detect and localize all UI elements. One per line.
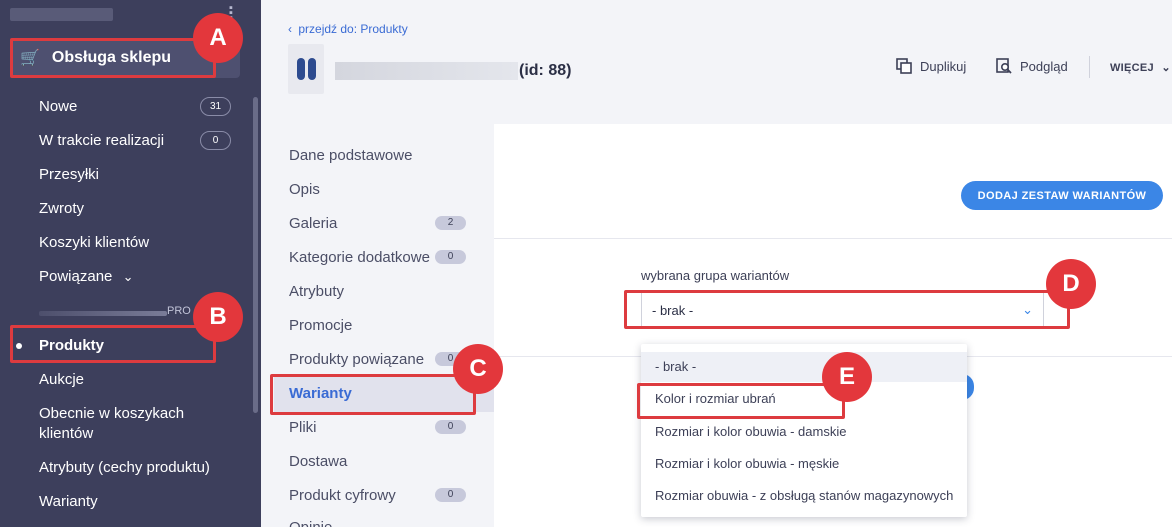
header-divider	[1089, 56, 1090, 78]
product-thumbnail	[288, 44, 324, 94]
product-title-blurred	[335, 62, 518, 80]
tab-reviews[interactable]: Opinie	[289, 519, 332, 527]
tab-extra-categories[interactable]: Kategorie dodatkowe	[289, 249, 430, 266]
tab-digital-product[interactable]: Produkt cyfrowy	[289, 487, 396, 504]
preview-button[interactable]: Podgląd	[996, 58, 1068, 74]
tab-files[interactable]: Pliki	[289, 419, 317, 436]
chevron-left-icon: ‹	[288, 22, 292, 36]
variant-group-dropdown: - brak - Kolor i rozmiar ubrań Rozmiar i…	[641, 344, 967, 517]
tab-badge: 0	[435, 420, 466, 434]
tab-badge: 2	[435, 216, 466, 230]
sidebar-item-attributes[interactable]: Atrybuty (cechy produktu)	[39, 459, 210, 476]
marker-a: A	[193, 13, 243, 63]
highlight-box-a	[10, 38, 216, 78]
product-id: (id: 88)	[519, 62, 572, 79]
sidebar-item-carts[interactable]: Koszyki klientów	[39, 234, 149, 251]
sidebar-item-new[interactable]: Nowe	[39, 98, 77, 115]
sidebar-item-returns[interactable]: Zwroty	[39, 200, 84, 217]
more-menu-button[interactable]: WIĘCEJ ⌄	[1110, 61, 1171, 74]
tab-basic-data[interactable]: Dane podstawowe	[289, 147, 412, 164]
tab-shipping[interactable]: Dostawa	[289, 453, 347, 470]
tab-description[interactable]: Opis	[289, 181, 320, 198]
duplicate-button[interactable]: Duplikuj	[896, 58, 966, 74]
back-link[interactable]: ‹ przejdź do: Produkty	[288, 22, 408, 36]
sidebar-item-variants[interactable]: Warianty	[39, 493, 98, 510]
marker-d: D	[1046, 259, 1096, 309]
panel-divider	[494, 238, 1172, 239]
dropdown-option-shoes-women[interactable]: Rozmiar i kolor obuwia - damskie	[655, 424, 846, 439]
count-badge: 0	[200, 131, 231, 150]
sidebar-item-in-carts-line2[interactable]: klientów	[39, 425, 93, 442]
highlight-box-e	[637, 383, 845, 419]
sidebar: ▪▪▪ 🛒 Obsługa sklepu Nowe 31 W trakcie r…	[0, 0, 261, 527]
divider	[39, 311, 167, 316]
variant-group-label: wybrana grupa wariantów	[641, 268, 790, 283]
tab-badge: 0	[435, 250, 466, 264]
dropdown-option-shoes-men[interactable]: Rozmiar i kolor obuwia - męskie	[655, 456, 839, 471]
sidebar-item-in-progress[interactable]: W trakcie realizacji	[39, 132, 164, 149]
tab-badge: 0	[435, 488, 466, 502]
marker-b: B	[193, 292, 243, 342]
highlight-box-b	[10, 325, 216, 363]
count-badge: 31	[200, 97, 231, 116]
preview-icon	[996, 58, 1012, 74]
sidebar-item-in-carts[interactable]: Obecnie w koszykach	[39, 405, 184, 422]
dropdown-option-shoes-stock[interactable]: Rozmiar obuwia - z obsługą stanów magazy…	[655, 488, 953, 503]
highlight-box-d	[624, 290, 1070, 329]
divider-label: PRO	[167, 305, 191, 317]
chevron-down-icon: ⌄	[122, 269, 134, 284]
sidebar-item-auctions[interactable]: Aukcje	[39, 371, 84, 388]
tab-promotions[interactable]: Promocje	[289, 317, 352, 334]
sidebar-scrollbar[interactable]	[253, 97, 258, 413]
duplicate-icon	[896, 58, 912, 74]
highlight-box-c	[270, 374, 476, 415]
sidebar-item-shipments[interactable]: Przesyłki	[39, 166, 99, 183]
tab-gallery[interactable]: Galeria	[289, 215, 337, 232]
marker-c: C	[453, 344, 503, 394]
tab-attributes[interactable]: Atrybuty	[289, 283, 344, 300]
marker-e: E	[822, 352, 872, 402]
tab-related-products[interactable]: Produkty powiązane	[289, 351, 424, 368]
store-name-blurred	[10, 8, 113, 21]
add-variant-set-button[interactable]: DODAJ ZESTAW WARIANTÓW	[961, 181, 1163, 210]
chevron-down-icon: ⌄	[1161, 62, 1171, 74]
sidebar-item-related[interactable]: Powiązane ⌄	[39, 268, 133, 285]
dropdown-option-none[interactable]: - brak -	[655, 359, 696, 374]
